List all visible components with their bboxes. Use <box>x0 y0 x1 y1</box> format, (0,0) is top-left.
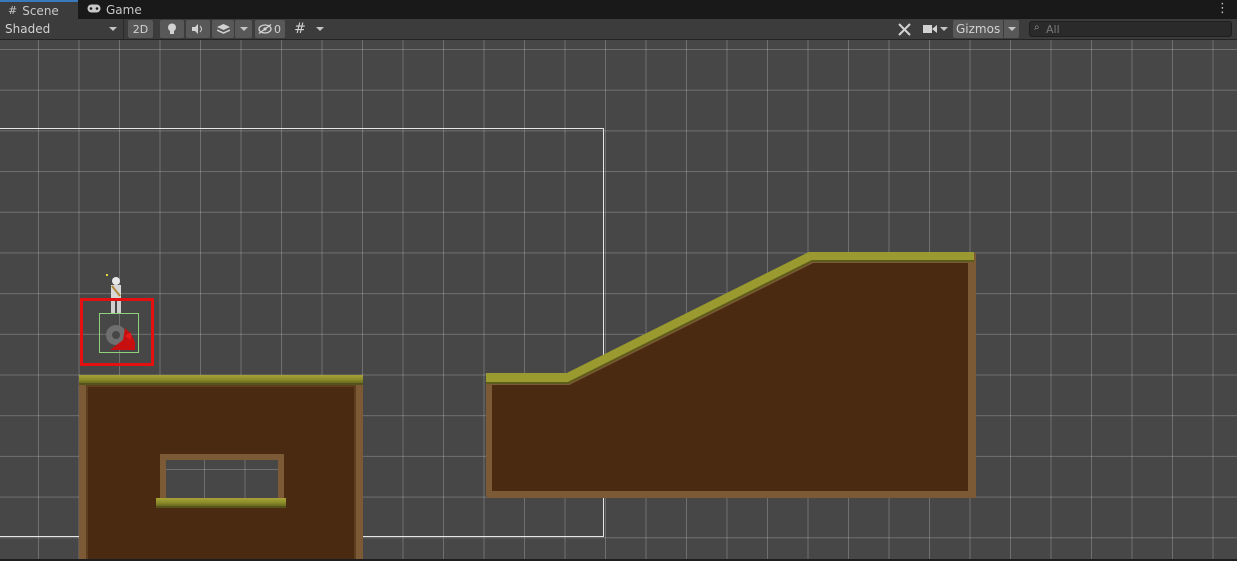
terrain-right-slope[interactable] <box>486 252 976 498</box>
grid-snap-icon: # <box>294 21 306 37</box>
toggle-2d-button[interactable]: 2D <box>128 20 153 38</box>
tools-button[interactable] <box>892 20 916 38</box>
audio-toggle-button[interactable] <box>186 20 210 38</box>
gizmos-divider <box>1003 20 1004 38</box>
more-options-icon[interactable]: ⋮ <box>1216 1 1229 17</box>
grid-dropdown-button[interactable] <box>313 20 327 38</box>
shading-mode-dropdown[interactable]: Shaded <box>0 19 124 39</box>
gizmos-label: Gizmos <box>956 22 1001 36</box>
lightbulb-icon <box>168 23 176 34</box>
speaker-icon <box>192 24 202 34</box>
effects-toggle-button[interactable] <box>212 20 234 38</box>
chevron-down-icon[interactable] <box>1008 27 1016 31</box>
camera-settings-button[interactable] <box>920 20 950 38</box>
tab-game-label: Game <box>106 2 142 17</box>
chevron-down-icon <box>316 27 324 31</box>
layers-icon <box>216 23 230 34</box>
chevron-down-icon <box>239 27 248 31</box>
gizmos-button[interactable]: Gizmos <box>953 20 1019 38</box>
tab-scene[interactable]: # Scene <box>0 0 78 19</box>
search-input[interactable]: ⌕ All <box>1029 21 1232 37</box>
hidden-objects-toggle-button[interactable]: 0 <box>255 20 285 38</box>
grid-snap-button[interactable]: # <box>289 20 311 38</box>
terrain-hole <box>160 454 284 504</box>
chevron-down-icon <box>939 27 948 31</box>
shading-mode-value: Shaded <box>5 22 51 36</box>
tab-scene-label: Scene <box>22 3 59 18</box>
search-icon: ⌕ <box>1034 22 1040 33</box>
toggle-2d-label: 2D <box>132 22 149 36</box>
grass-top-left <box>79 375 363 385</box>
scene-toolbar: Shaded 2D 0 # Gizmos ⌕ All <box>0 19 1237 40</box>
gear-icon <box>106 325 135 350</box>
window-tab-bar: # Scene Game ⋮ <box>0 0 1237 19</box>
gamepad-icon <box>87 3 101 16</box>
lighting-toggle-button[interactable] <box>160 20 184 38</box>
search-placeholder: All <box>1046 22 1060 36</box>
eye-slash-icon <box>258 24 272 34</box>
hidden-count: 0 <box>274 22 281 36</box>
grass-inner-ledge <box>156 498 286 508</box>
grid-icon: # <box>8 4 18 17</box>
camera-icon <box>922 25 937 33</box>
tab-game[interactable]: Game <box>79 0 143 19</box>
wrench-icon <box>897 22 911 36</box>
scene-viewport[interactable] <box>0 40 1237 559</box>
effects-dropdown-button[interactable] <box>235 20 252 38</box>
chevron-down-icon <box>109 27 117 31</box>
